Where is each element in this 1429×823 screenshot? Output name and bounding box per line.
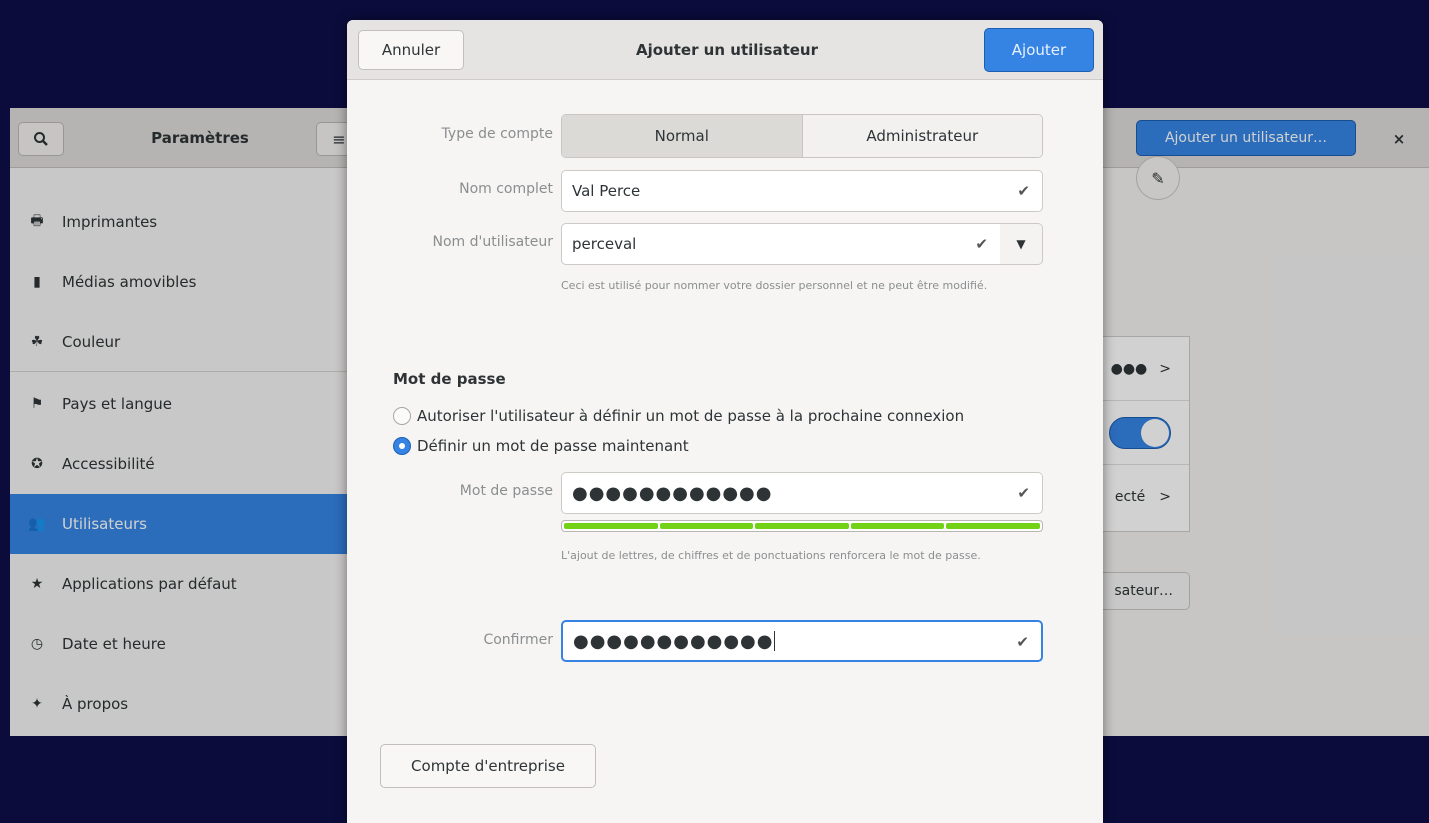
password-hint: L'ajout de lettres, de chiffres et de po…	[561, 549, 981, 562]
check-icon: ✔	[1016, 633, 1029, 651]
full-name-value: Val Perce	[572, 182, 641, 200]
confirm-label: Confirmer	[483, 632, 553, 648]
strength-segment	[755, 523, 849, 529]
dialog-title: Ajouter un utilisateur	[635, 41, 819, 59]
password-label: Mot de passe	[459, 483, 553, 499]
full-name-label: Nom complet	[459, 181, 553, 197]
username-value: perceval	[572, 235, 637, 253]
account-type-label: Type de compte	[441, 126, 553, 142]
full-name-field[interactable]: Val Perce ✔	[561, 170, 1043, 212]
strength-segment	[946, 523, 1040, 529]
text-cursor	[774, 631, 776, 651]
password-strength-bar	[561, 520, 1043, 532]
radio-button-selected[interactable]	[393, 437, 411, 455]
account-type-admin[interactable]: Administrateur	[801, 115, 1042, 157]
enterprise-account-button[interactable]: Compte d'entreprise	[380, 744, 596, 788]
password-section-title: Mot de passe	[393, 370, 506, 388]
radio-label: Autoriser l'utilisateur à définir un mot…	[417, 407, 965, 425]
radio-set-later[interactable]: Autoriser l'utilisateur à définir un mot…	[393, 404, 964, 428]
username-hint: Ceci est utilisé pour nommer votre dossi…	[561, 279, 988, 292]
password-field[interactable]: ●●●●●●●●●●●● ✔	[561, 472, 1043, 514]
username-dropdown-button[interactable]: ▼	[1000, 223, 1043, 265]
strength-segment	[850, 523, 945, 529]
check-icon: ✔	[1017, 484, 1030, 502]
username-label: Nom d'utilisateur	[432, 234, 554, 250]
account-type-normal[interactable]: Normal	[562, 115, 802, 157]
check-icon: ✔	[1017, 182, 1030, 200]
confirm-password-field[interactable]: ●●●●●●●●●●●● ✔	[561, 620, 1043, 662]
account-type-switcher: Normal Administrateur	[561, 114, 1043, 158]
radio-label: Définir un mot de passe maintenant	[417, 437, 689, 455]
confirm-value: ●●●●●●●●●●●●	[573, 630, 774, 652]
add-user-dialog: Annuler Ajouter un utilisateur Ajouter T…	[347, 20, 1103, 823]
strength-segment	[659, 523, 754, 529]
radio-button[interactable]	[393, 407, 411, 425]
radio-set-now[interactable]: Définir un mot de passe maintenant	[393, 434, 689, 458]
check-icon: ✔	[975, 235, 988, 253]
dialog-headerbar: Annuler Ajouter un utilisateur Ajouter	[347, 20, 1103, 80]
add-button[interactable]: Ajouter	[984, 28, 1094, 72]
strength-segment	[564, 523, 658, 529]
password-value: ●●●●●●●●●●●●	[572, 482, 773, 504]
username-field[interactable]: perceval ✔	[561, 223, 1001, 265]
cancel-button[interactable]: Annuler	[358, 30, 464, 70]
chevron-down-icon: ▼	[1016, 237, 1026, 251]
